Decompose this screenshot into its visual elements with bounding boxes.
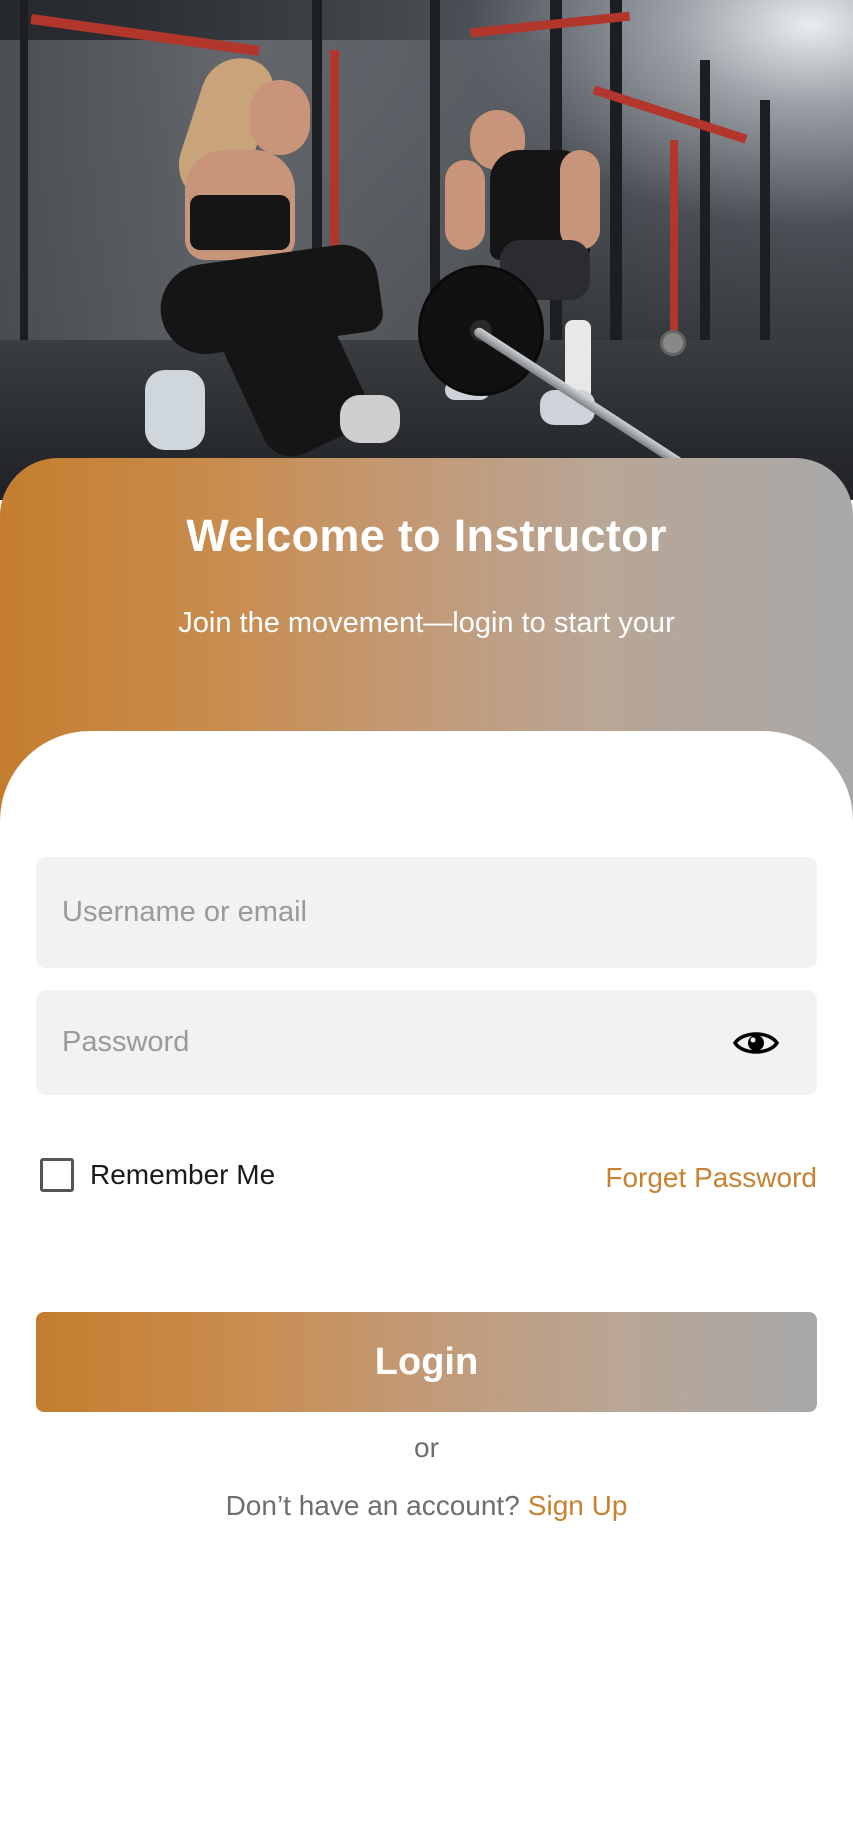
- forget-password-link[interactable]: Forget Password: [605, 1162, 817, 1194]
- remember-me-checkbox[interactable]: [40, 1158, 74, 1192]
- remember-me-label: Remember Me: [90, 1159, 276, 1190]
- signup-link[interactable]: Sign Up: [528, 1490, 628, 1521]
- password-field[interactable]: [36, 990, 817, 1095]
- remember-me-row[interactable]: Remember Me: [40, 1158, 275, 1192]
- eye-icon[interactable]: [733, 1028, 779, 1058]
- welcome-title: Welcome to Instructor: [186, 510, 667, 561]
- password-input[interactable]: [60, 1025, 744, 1060]
- username-field[interactable]: [36, 857, 817, 968]
- signup-row: Don’t have an account? Sign Up: [0, 1490, 853, 1522]
- login-button[interactable]: Login: [36, 1312, 817, 1412]
- or-divider-text: or: [414, 1432, 439, 1463]
- login-screen: Welcome to Instructor Join the movement—…: [0, 0, 853, 1843]
- signup-prompt: Don’t have an account?: [225, 1490, 520, 1521]
- username-input[interactable]: [60, 895, 744, 930]
- welcome-subtitle: Join the movement—login to start your: [178, 607, 675, 639]
- hero-gym-image: [0, 0, 853, 500]
